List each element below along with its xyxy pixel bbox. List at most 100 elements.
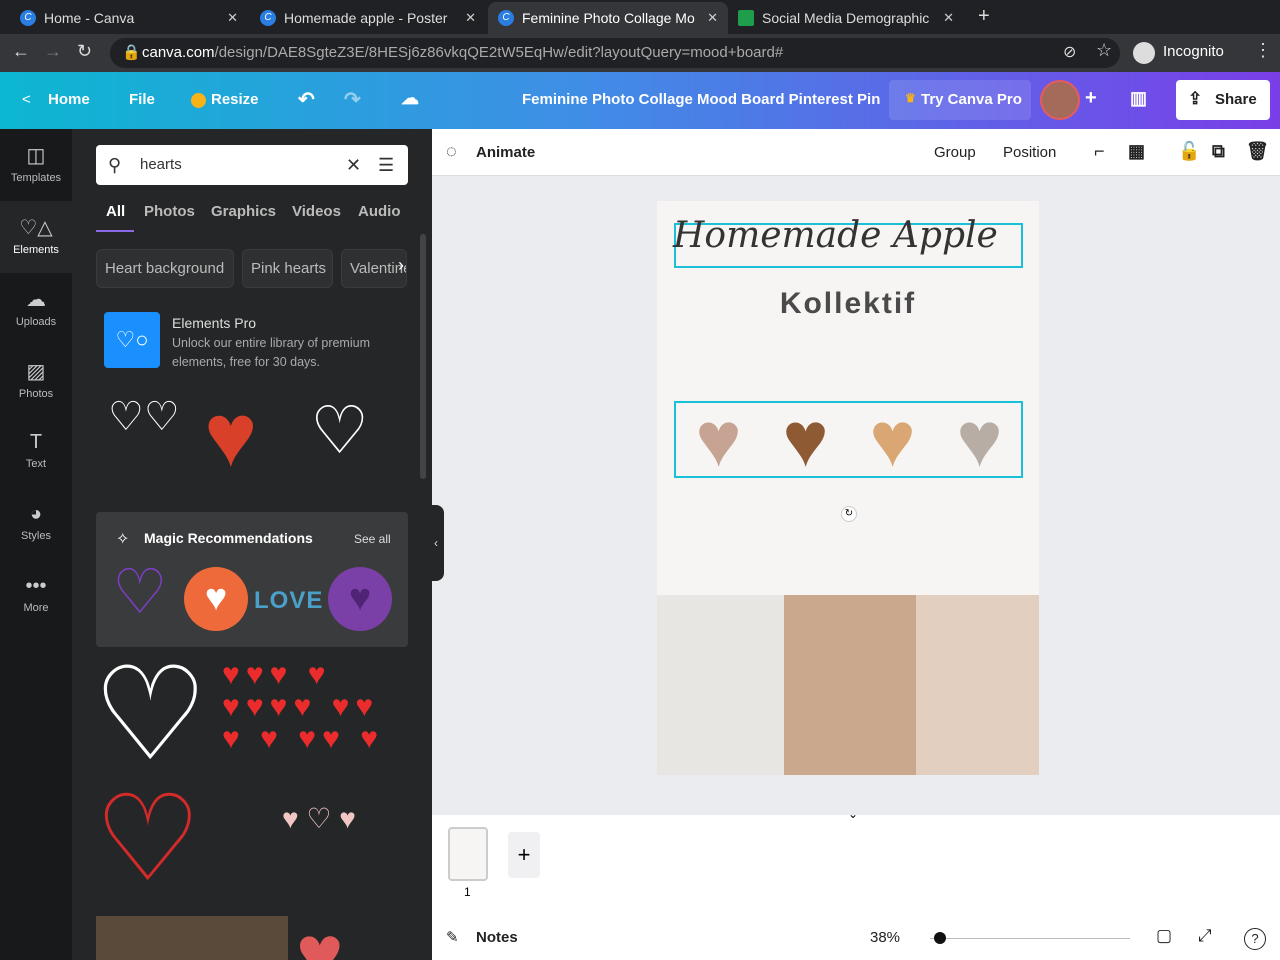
design-title[interactable]: Feminine Photo Collage Mood Board Pinter… [522, 91, 880, 108]
undo-icon[interactable]: ↶ [298, 87, 315, 112]
trash-icon[interactable]: 🗑 [1246, 141, 1269, 162]
zoom-level[interactable]: 38% [870, 929, 900, 946]
purple-heart-circle-graphic[interactable]: ♥ [328, 567, 392, 631]
zoom-slider-handle[interactable] [934, 932, 946, 944]
heart-swatch[interactable]: ♥ [675, 400, 762, 478]
notes-button[interactable]: Notes [476, 929, 518, 946]
fullscreen-icon[interactable]: ⤢ [1198, 926, 1212, 946]
chevron-down-icon[interactable]: ⌄ [848, 807, 858, 821]
browser-tab-active[interactable]: C Feminine Photo Collage Mo ✕ [488, 2, 728, 34]
tab-photos[interactable]: Photos [144, 203, 195, 220]
scribble-heart-graphic[interactable]: ♥ [296, 914, 344, 960]
filter-icon[interactable]: ☰ [378, 145, 394, 185]
redo-icon[interactable]: ↷ [344, 87, 361, 112]
duplicate-icon[interactable]: ⧉ [1212, 141, 1225, 162]
elements-icon: ♡△ [19, 217, 53, 239]
search-input[interactable]: ⚲ hearts ✕ ☰ [96, 145, 408, 185]
back-icon[interactable]: ← [12, 41, 30, 62]
tab-graphics[interactable]: Graphics [211, 203, 276, 220]
share-button[interactable]: ⇪ Share [1176, 80, 1270, 120]
purple-heart-outline-graphic[interactable]: ♡ [112, 562, 168, 624]
orange-heart-circle-graphic[interactable]: ♥ [184, 567, 248, 631]
suggestion-chip[interactable]: Pink hearts [242, 249, 333, 288]
scattered-red-hearts-graphic[interactable]: ♥♥♥ ♥ ♥♥♥♥ ♥♥ ♥ ♥ ♥♥ ♥ [222, 659, 412, 755]
menu-icon[interactable]: ⋮ [1254, 40, 1272, 61]
promo-title[interactable]: Elements Pro [172, 315, 256, 331]
rail-item-elements[interactable]: ♡△ Elements [0, 201, 72, 273]
collapse-panel-button[interactable]: ‹ [428, 505, 444, 581]
add-member-icon[interactable]: + [1085, 87, 1097, 110]
help-icon[interactable]: ? [1244, 928, 1266, 950]
page-count-icon[interactable]: ▢ [1156, 926, 1172, 946]
red-heart-graphic[interactable]: ♥ [204, 391, 257, 481]
love-text-graphic[interactable]: LOVE [254, 587, 323, 615]
close-tab-icon[interactable]: ✕ [465, 10, 476, 26]
collage-photo-teacups[interactable] [657, 595, 784, 775]
upload-cloud-icon: ☁ [26, 289, 46, 311]
transparency-icon[interactable]: ▦ [1128, 141, 1145, 162]
canva-favicon-icon: C [260, 10, 276, 26]
lock-icon[interactable]: 🔓 [1178, 141, 1200, 162]
hand-drawn-hearts-graphic[interactable]: ♡♡ [108, 397, 180, 437]
collage-photo-ring[interactable] [916, 595, 1039, 775]
design-heading[interactable]: Homemade Apple [673, 215, 998, 256]
rose-hearts-graphic[interactable]: ♡ [94, 779, 202, 899]
pink-hearts-graphic[interactable]: ♥ ♡ ♥ [282, 799, 402, 839]
tab-audio[interactable]: Audio [358, 203, 401, 220]
reload-icon[interactable]: ↻ [77, 41, 92, 62]
close-tab-icon[interactable]: ✕ [227, 10, 238, 26]
photo-icon: ▨ [26, 361, 46, 383]
close-tab-icon[interactable]: ✕ [943, 10, 954, 26]
heart-swatch[interactable]: ♥ [849, 400, 936, 478]
bookmark-star-icon[interactable]: ☆ [1096, 40, 1112, 61]
home-button[interactable]: Home [48, 91, 90, 108]
see-all-link[interactable]: See all [354, 532, 391, 546]
panel-scrollbar[interactable] [420, 234, 426, 479]
heart-swatch[interactable]: ♥ [762, 400, 849, 478]
design-page[interactable]: Homemade Apple Kollektif ♥ ♥ ♥ ♥ ↻ [657, 201, 1039, 775]
group-button[interactable]: Group [934, 144, 976, 161]
url-input[interactable]: 🔒 canva.com/design/DAE8SgteZ3E/8HESj6z86v… [110, 38, 1120, 68]
forward-icon[interactable]: → [44, 41, 62, 62]
heart-swatch[interactable]: ♥ [936, 400, 1023, 478]
rail-item-more[interactable]: ••• More [0, 561, 72, 633]
zoom-slider[interactable] [930, 938, 1130, 939]
add-page-button[interactable]: + [508, 832, 540, 878]
chevron-left-icon[interactable]: < [22, 91, 31, 108]
rail-item-photos[interactable]: ▨ Photos [0, 345, 72, 417]
try-canva-pro-button[interactable]: ♛ Try Canva Pro [889, 80, 1031, 120]
browser-tab[interactable]: C Homemade apple - Poster ✕ [250, 2, 486, 34]
outline-hearts-graphic[interactable]: ♡ [310, 397, 369, 463]
rail-item-text[interactable]: T Text [0, 417, 72, 489]
photo-thumbnail[interactable] [96, 916, 288, 960]
suggestion-chip[interactable]: Heart background [96, 249, 234, 288]
new-tab-icon[interactable]: + [978, 5, 990, 28]
white-heart-outline-graphic[interactable]: ♡ [92, 649, 209, 779]
paint-roller-icon[interactable]: ⌐ [1094, 141, 1105, 162]
cloud-save-icon[interactable]: ☁ [401, 88, 419, 109]
position-button[interactable]: Position [1003, 144, 1056, 161]
rail-item-templates[interactable]: ◫ Templates [0, 129, 72, 201]
rail-item-uploads[interactable]: ☁ Uploads [0, 273, 72, 345]
tab-videos[interactable]: Videos [292, 203, 341, 220]
design-subtitle[interactable]: Kollektif [657, 287, 1039, 321]
avatar[interactable] [1040, 80, 1080, 120]
canva-favicon-icon: C [20, 10, 36, 26]
animate-button[interactable]: Animate [476, 144, 535, 161]
tracking-off-icon[interactable]: ⊘ [1063, 42, 1076, 62]
tab-all[interactable]: All [106, 203, 125, 220]
lock-icon: 🔒 [122, 44, 141, 61]
page-thumbnail[interactable] [448, 827, 488, 881]
rotate-handle-icon[interactable]: ↻ [841, 506, 857, 522]
analytics-icon[interactable]: ▥ [1130, 88, 1147, 109]
collage-photo-perfume[interactable] [784, 595, 916, 775]
rail-item-styles[interactable]: ◕ Styles [0, 489, 72, 561]
chevron-right-icon[interactable]: › [398, 255, 404, 276]
file-menu-button[interactable]: File [129, 91, 155, 108]
close-tab-icon[interactable]: ✕ [707, 10, 718, 26]
profile-label[interactable]: Incognito [1163, 43, 1224, 60]
clear-search-icon[interactable]: ✕ [346, 145, 361, 185]
browser-tab[interactable]: C Home - Canva ✕ [10, 2, 248, 34]
browser-tab[interactable]: Social Media Demographic ✕ [728, 2, 964, 34]
resize-button[interactable]: Resize [211, 91, 259, 108]
